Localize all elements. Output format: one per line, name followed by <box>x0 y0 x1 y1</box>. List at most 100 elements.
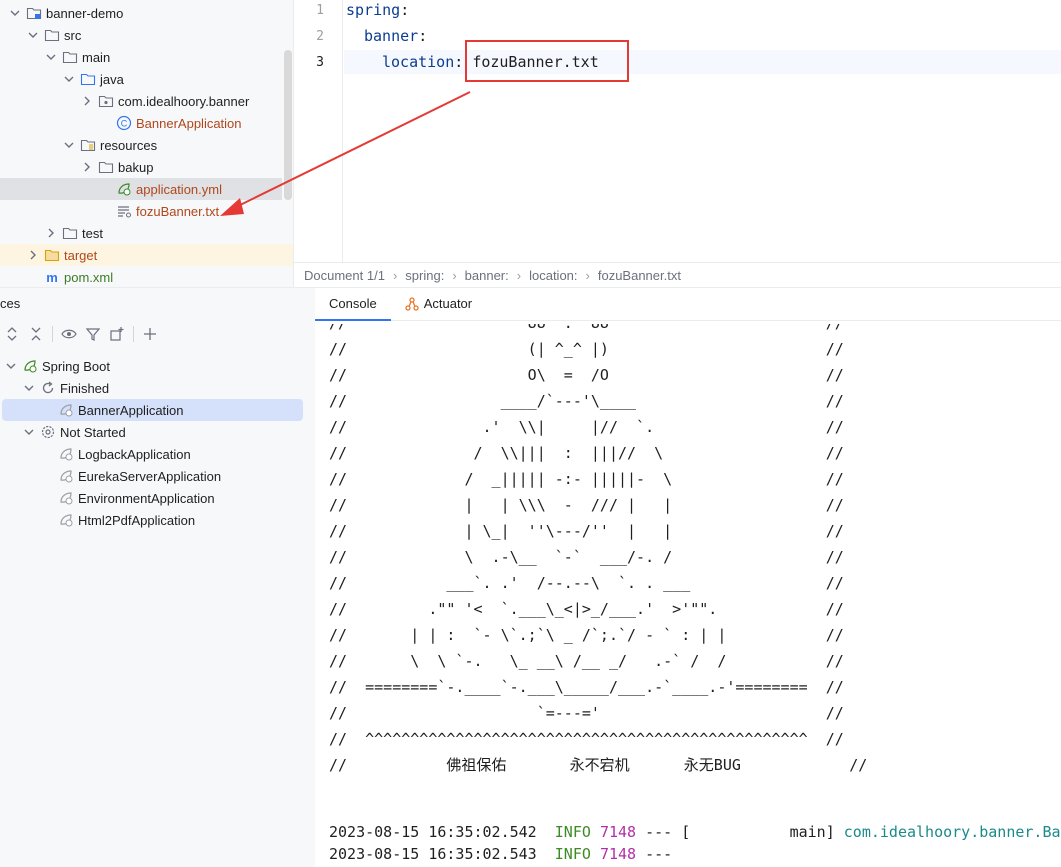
yaml-key: spring <box>346 1 401 19</box>
filter-icon[interactable] <box>81 322 105 346</box>
line-number: 3 <box>316 55 324 70</box>
services-panel: ces Spring Boot Finished BannerApplicati… <box>0 287 1061 867</box>
tree-item-label: fozuBanner.txt <box>136 203 220 219</box>
chevron-right-icon[interactable] <box>44 226 58 240</box>
breadcrumb-item[interactable]: fozuBanner.txt <box>598 268 681 283</box>
banner-line: // ^^^^^^^^^^^^^^^^^^^^^^^^^^^^^^^^^^^^^… <box>329 730 844 748</box>
service-label: Html2PdfApplication <box>78 512 196 528</box>
banner-line: // \ .-\__ `-` ___/-. / // <box>329 548 844 566</box>
service-label: Finished <box>60 380 110 396</box>
service-html2pdf-application[interactable]: Html2PdfApplication <box>0 509 303 531</box>
tree-item-banner-demo[interactable]: banner-demo <box>0 2 282 24</box>
tree-item-label: target <box>64 247 98 263</box>
chevron-down-icon[interactable] <box>62 72 76 86</box>
chevron-down-icon[interactable] <box>44 50 58 64</box>
breadcrumb-item[interactable]: spring: <box>405 268 444 283</box>
service-eureka-server-application[interactable]: EurekaServerApplication <box>0 465 303 487</box>
service-group-not-started[interactable]: Not Started <box>0 421 303 443</box>
tree-item-bakup[interactable]: bakup <box>0 156 282 178</box>
banner-line: // / \\||| : |||// \ // <box>329 444 844 462</box>
log-line: 2023-08-15 16:35:02.543 INFO 7148 --- <box>329 844 672 864</box>
code-line-1[interactable]: spring: <box>346 1 409 19</box>
new-group-icon[interactable] <box>105 322 129 346</box>
tree-item-pom-xml[interactable]: m pom.xml <box>0 266 282 287</box>
chevron-right-icon[interactable] <box>80 94 94 108</box>
tree-item-java[interactable]: java <box>0 68 282 90</box>
toolbar-divider <box>133 326 134 342</box>
banner-line: // 佛祖保佑 永不宕机 永无BUG // <box>329 756 868 774</box>
tree-scrollbar[interactable] <box>284 50 292 200</box>
breadcrumb-item[interactable]: banner: <box>465 268 509 283</box>
tree-item-banner-application[interactable]: C BannerApplication <box>0 112 282 134</box>
chevron-down-icon[interactable] <box>8 6 22 20</box>
console-output[interactable]: // 88 . 88 // // (| ^_^ |) // // O\ = /O /… <box>329 324 1061 867</box>
tree-item-fozubanner-txt[interactable]: fozuBanner.txt <box>0 200 282 222</box>
banner-line: // `=---=' // <box>329 704 844 722</box>
banner-line: // | | \\\ - /// | | // <box>329 496 844 514</box>
tree-item-application-yml[interactable]: application.yml <box>0 178 282 200</box>
log-thread: [ main] <box>681 823 835 841</box>
tree-item-target[interactable]: target <box>0 244 293 266</box>
chevron-down-icon[interactable] <box>62 138 76 152</box>
add-service-icon[interactable] <box>138 322 162 346</box>
eye-icon[interactable] <box>57 322 81 346</box>
tree-item-test[interactable]: test <box>0 222 282 244</box>
collapse-all-icon[interactable] <box>24 322 48 346</box>
tree-item-package[interactable]: com.idealhoory.banner <box>0 90 282 112</box>
chevron-right-icon[interactable] <box>26 248 40 262</box>
line-number: 2 <box>316 29 324 44</box>
breadcrumb-separator-icon: › <box>516 267 522 283</box>
log-timestamp: 2023-08-15 16:35:02.542 <box>329 823 537 841</box>
source-folder-icon <box>80 73 96 86</box>
service-banner-application[interactable]: BannerApplication <box>2 399 303 421</box>
folder-icon <box>98 161 114 174</box>
tree-item-src[interactable]: src <box>0 24 282 46</box>
tree-item-main[interactable]: main <box>0 46 282 68</box>
folder-icon <box>44 29 60 42</box>
module-folder-icon <box>26 7 42 20</box>
service-group-finished[interactable]: Finished <box>0 377 303 399</box>
spring-boot-app-icon <box>60 448 73 461</box>
chevron-right-icon[interactable] <box>80 160 94 174</box>
code-editor[interactable]: 1 2 3 spring: banner: location: fozuBann… <box>293 0 1061 287</box>
expand-collapse-icon[interactable] <box>0 322 24 346</box>
toolbar-divider <box>52 326 53 342</box>
folder-icon <box>62 227 78 240</box>
banner-line: // ____/`---'\____ // <box>329 392 844 410</box>
log-timestamp: 2023-08-15 16:35:02.543 <box>329 845 537 863</box>
breadcrumb-item[interactable]: Document 1/1 <box>304 268 385 283</box>
chevron-down-icon[interactable] <box>22 425 36 439</box>
breadcrumb-item[interactable]: location: <box>529 268 577 283</box>
yaml-colon: : <box>400 1 410 19</box>
log-logger[interactable]: com.idealhoory.banner.Ban <box>844 823 1061 841</box>
spring-boot-app-icon <box>60 514 73 527</box>
service-spring-boot[interactable]: Spring Boot <box>0 355 303 377</box>
spring-boot-app-icon <box>60 492 73 505</box>
chevron-down-icon[interactable] <box>4 359 18 373</box>
chevron-down-icon[interactable] <box>26 28 40 42</box>
log-separator: --- <box>645 823 673 841</box>
banner-line: // \ \ `-. \_ __\ /__ _/ .-` / / // <box>329 652 844 670</box>
tree-item-label: BannerApplication <box>136 115 242 131</box>
tree-item-label: src <box>64 27 82 43</box>
banner-line: // / _||||| -:- |||||- \ // <box>329 470 844 488</box>
service-logback-application[interactable]: LogbackApplication <box>0 443 303 465</box>
excluded-folder-icon <box>44 249 60 262</box>
banner-line: // ========`-.____`-.___\_____/___.-`___… <box>329 678 844 696</box>
console-tabs: Console Actuator <box>315 288 1061 321</box>
chevron-down-icon[interactable] <box>22 381 36 395</box>
tree-item-label: com.idealhoory.banner <box>118 93 250 109</box>
tree-item-resources[interactable]: resources <box>0 134 282 156</box>
tab-label: Actuator <box>423 296 473 311</box>
service-label: BannerApplication <box>78 402 184 418</box>
spring-boot-icon <box>24 360 37 373</box>
code-line-2[interactable]: banner: <box>364 27 427 45</box>
banner-line: // | | : `- \`.;`\ _ /`;.`/ - ` : | | // <box>329 626 844 644</box>
yaml-key: location <box>382 53 455 71</box>
service-environment-application[interactable]: EnvironmentApplication <box>0 487 303 509</box>
tab-actuator[interactable]: Actuator <box>391 287 486 320</box>
tab-console[interactable]: Console <box>315 287 391 321</box>
banner-line: // ___`. .' /--.--\ `. . ___ // <box>329 574 844 592</box>
line-number-gutter: 1 2 3 <box>294 0 343 262</box>
tree-item-label: pom.xml <box>64 269 114 285</box>
